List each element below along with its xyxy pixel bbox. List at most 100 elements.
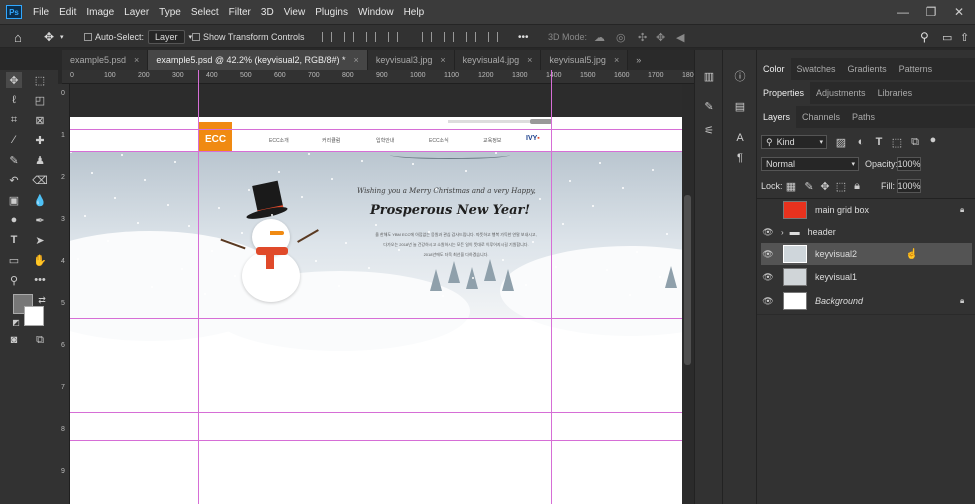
adjust-icon[interactable]: ⚟	[701, 122, 717, 138]
filter-type-icon[interactable]: T	[871, 134, 887, 150]
frame-tool-icon[interactable]: ⊠	[32, 112, 48, 128]
filter-smart-icon[interactable]: ⧉	[907, 134, 923, 150]
menu-3d[interactable]: 3D	[256, 7, 279, 18]
tab-keyvisual4[interactable]: keyvisual4.jpg ×	[454, 50, 542, 70]
layer-background[interactable]: 👁︎ Background 🔒︎	[761, 290, 972, 312]
menu-window[interactable]: Window	[353, 7, 399, 18]
tab-channels[interactable]: Channels	[796, 106, 846, 128]
search-icon[interactable]: ⚲	[920, 30, 929, 44]
guide-horizontal[interactable]	[70, 129, 682, 130]
home-icon[interactable]: ⌂	[14, 30, 22, 45]
menu-file[interactable]: File	[28, 7, 54, 18]
distribute-bottom-icon[interactable]	[466, 32, 476, 42]
rectangle-tool-icon[interactable]: ▭	[6, 252, 22, 268]
layer-main-grid-box[interactable]: 👁︎ main grid box 🔒︎	[761, 199, 972, 221]
menu-select[interactable]: Select	[186, 7, 224, 18]
filter-pixel-icon[interactable]: ▨	[833, 134, 849, 150]
visibility-eye-icon[interactable]: 👁︎	[761, 296, 775, 307]
eraser-tool-icon[interactable]: ⌫	[32, 172, 48, 188]
align-right-icon[interactable]	[366, 32, 376, 42]
paragraph-icon[interactable]: ¶	[732, 150, 748, 166]
minimize-button[interactable]: —	[888, 0, 918, 24]
menu-edit[interactable]: Edit	[54, 7, 81, 18]
distribute-middle-icon[interactable]	[444, 32, 454, 42]
stamp-tool-icon[interactable]: ♟	[32, 152, 48, 168]
lock-position-icon[interactable]: ✥	[817, 178, 833, 194]
brush-settings-icon[interactable]: ✎	[701, 98, 717, 114]
lock-artboard-icon[interactable]: ⬚	[833, 178, 849, 194]
blur-tool-icon[interactable]: 💧	[32, 192, 48, 208]
close-icon[interactable]: ×	[134, 55, 139, 65]
roll-3d-icon[interactable]: ◎	[616, 30, 626, 44]
layer-filter-dropdown[interactable]: ⚲ Kind ▾	[761, 135, 827, 149]
more-tools-icon[interactable]: •••	[32, 272, 48, 288]
type-tool-icon[interactable]: T	[6, 232, 22, 248]
auto-select-dropdown[interactable]: Layer ▾	[148, 30, 192, 44]
scrollbar-thumb[interactable]	[684, 195, 691, 365]
visibility-eye-icon[interactable]: 👁︎	[761, 249, 775, 260]
guide-vertical[interactable]	[551, 70, 552, 504]
swap-colors-icon[interactable]: ⇄	[34, 292, 50, 308]
more-tabs-button[interactable]: »	[628, 50, 650, 70]
hand-tool-icon[interactable]: ✋	[32, 252, 48, 268]
eyedropper-tool-icon[interactable]: ⁄	[6, 132, 22, 148]
filter-adjustment-icon[interactable]: ◐	[853, 134, 869, 150]
workspace-icon[interactable]: ▭	[942, 30, 952, 44]
filter-toggle-icon[interactable]: ●	[925, 132, 941, 148]
history-icon[interactable]: ▥	[701, 68, 717, 84]
maximize-button[interactable]: ❐	[916, 0, 946, 24]
tab-keyvisual3[interactable]: keyvisual3.jpg ×	[367, 50, 455, 70]
blend-mode-dropdown[interactable]: Normal ▾	[761, 157, 859, 171]
menu-image[interactable]: Image	[81, 7, 119, 18]
document-canvas[interactable]: ECC ECC소개 커리큘럼 입학안내 ECC소식 교육정보 IVY▪ Wish…	[70, 84, 682, 504]
object-select-tool-icon[interactable]: ◰	[32, 92, 48, 108]
align-left-icon[interactable]	[322, 32, 332, 42]
healing-brush-icon[interactable]: ✚	[32, 132, 48, 148]
pen-tool-icon[interactable]: ✒	[32, 212, 48, 228]
brush-tool-icon[interactable]: ✎	[6, 152, 22, 168]
close-icon[interactable]: ×	[440, 55, 445, 65]
distribute-horizontal-icon[interactable]	[488, 32, 498, 42]
crop-tool-icon[interactable]: ⌗	[6, 112, 22, 128]
gradient-tool-icon[interactable]: ▣	[6, 192, 22, 208]
slide-3d-icon[interactable]: ✥	[656, 30, 665, 44]
guide-horizontal[interactable]	[70, 318, 682, 319]
close-icon[interactable]: ×	[354, 55, 359, 65]
orbit-3d-icon[interactable]: ☁	[594, 30, 605, 44]
share-icon[interactable]: ⇧	[960, 30, 969, 44]
close-icon[interactable]: ×	[527, 55, 532, 65]
menu-plugins[interactable]: Plugins	[310, 7, 353, 18]
tab-paths[interactable]: Paths	[846, 106, 881, 128]
move-tool-icon[interactable]: ✥	[44, 30, 54, 44]
guide-horizontal[interactable]	[70, 440, 682, 441]
drag-3d-icon[interactable]: ✣	[638, 30, 647, 44]
guide-vertical[interactable]	[198, 70, 199, 504]
tab-layers[interactable]: Layers	[757, 106, 797, 128]
show-transform-checkbox[interactable]: Show Transform Controls	[192, 30, 305, 44]
chevron-right-icon[interactable]: ›	[781, 228, 784, 237]
close-window-button[interactable]: ✕	[944, 0, 974, 24]
guide-horizontal[interactable]	[70, 151, 682, 152]
dodge-tool-icon[interactable]: ●	[6, 212, 22, 228]
lasso-tool-icon[interactable]: ℓ	[6, 92, 22, 108]
lock-all-icon[interactable]: 🔒︎	[849, 178, 865, 194]
scale-3d-icon[interactable]: ◀	[676, 30, 684, 44]
align-center-icon[interactable]	[344, 32, 354, 42]
path-select-icon[interactable]: ➤	[32, 232, 48, 248]
menu-help[interactable]: Help	[399, 7, 430, 18]
chevron-down-icon[interactable]: ▾	[60, 30, 64, 44]
menu-layer[interactable]: Layer	[119, 7, 154, 18]
zoom-tool-icon[interactable]: ⚲	[6, 272, 22, 288]
visibility-eye-icon[interactable]: 👁︎	[761, 272, 775, 283]
layer-keyvisual2[interactable]: 👁︎ keyvisual2 ☝	[761, 243, 972, 265]
tab-patterns[interactable]: Patterns	[893, 58, 939, 80]
tab-adjustments[interactable]: Adjustments	[810, 82, 872, 104]
menu-filter[interactable]: Filter	[224, 7, 256, 18]
tab-example5-active[interactable]: example5.psd @ 42.2% (keyvisual2, RGB/8#…	[148, 50, 368, 70]
history-brush-icon[interactable]: ↶	[6, 172, 22, 188]
visibility-eye-icon[interactable]: 👁︎	[761, 227, 775, 238]
menu-type[interactable]: Type	[154, 7, 186, 18]
screen-mode-icon[interactable]: ⧉	[32, 332, 48, 348]
background-color-swatch[interactable]	[24, 306, 44, 326]
opacity-field[interactable]: 100%	[897, 157, 921, 171]
